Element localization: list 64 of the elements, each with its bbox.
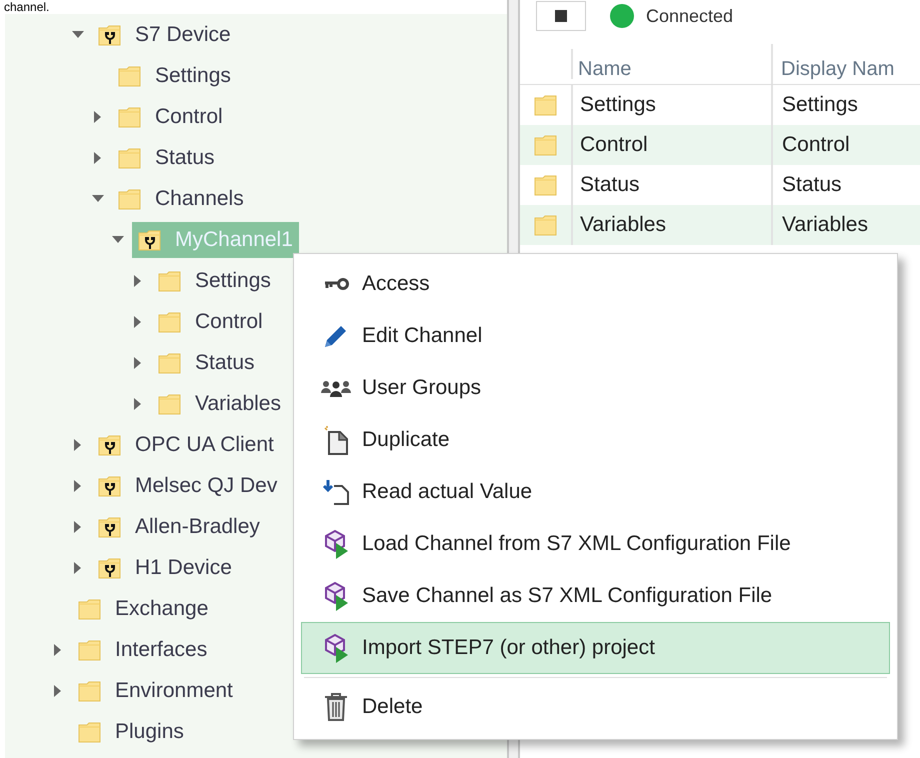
tree-item[interactable]: Plugins (72, 714, 190, 750)
tree-item[interactable]: H1 Device (92, 550, 238, 586)
folder-icon (117, 146, 143, 170)
device-folder-icon (97, 432, 123, 456)
table-cell-text: Control (781, 132, 851, 158)
caption-text: channel. (4, 1, 50, 13)
table-cell: Variables (573, 205, 773, 245)
tree-item[interactable]: Status (112, 140, 221, 176)
table-cell-text: Status (781, 172, 843, 198)
users-icon (320, 378, 352, 398)
device-folder-icon (97, 556, 123, 580)
stop-button[interactable] (536, 1, 586, 31)
square-icon (555, 10, 567, 22)
menu-item[interactable]: Duplicate (301, 414, 890, 466)
tree-item[interactable]: Settings (112, 58, 237, 94)
table-row[interactable]: Variables Variables (520, 205, 920, 245)
tree-item[interactable]: Interfaces (72, 632, 214, 668)
folder-icon (157, 310, 183, 334)
table-row[interactable]: Control Control (520, 125, 920, 165)
folder-icon (157, 268, 183, 292)
tree-item[interactable]: Variables (152, 386, 287, 422)
device-folder-icon (97, 22, 123, 46)
tree-item[interactable]: Channels (112, 180, 250, 216)
tree-item[interactable]: Status (152, 344, 261, 380)
tree-item[interactable]: S7 Device (92, 16, 237, 52)
device-folder-icon (137, 228, 163, 252)
folder-icon (532, 173, 558, 197)
column-header[interactable]: Display Nam (773, 44, 920, 84)
folder-icon (117, 64, 143, 88)
folder-icon (532, 213, 558, 237)
folder-icon (77, 596, 103, 620)
menu-item[interactable]: Read actual Value (301, 466, 890, 518)
menu-item[interactable]: User Groups (301, 362, 890, 414)
menu-item[interactable]: Access (301, 258, 890, 310)
table-cell-text: Variables (781, 212, 869, 238)
folder-icon (157, 350, 183, 374)
tree-item[interactable]: OPC UA Client (92, 426, 280, 462)
tree-item[interactable]: Allen-Bradley (92, 508, 266, 544)
tree-item[interactable]: Settings (152, 262, 277, 298)
tree-item[interactable]: Melsec QJ Dev (92, 468, 284, 504)
table-cell-text: Settings (781, 92, 859, 118)
folder-icon (77, 638, 103, 662)
folder-icon (77, 678, 103, 702)
tree-item[interactable]: Environment (72, 672, 239, 708)
trash-icon (322, 692, 348, 722)
menu-item[interactable]: Save Channel as S7 XML Configuration File (301, 570, 890, 622)
folder-icon (77, 720, 103, 744)
tree-item[interactable]: Control (112, 98, 229, 134)
menu-item[interactable]: Import STEP7 (or other) project (301, 622, 890, 674)
status-text: Connected (646, 7, 734, 25)
device-folder-icon (97, 474, 123, 498)
tree-item[interactable]: Control (152, 304, 269, 340)
folder-icon (117, 104, 143, 128)
menu-item[interactable]: Load Channel from S7 XML Configuration File (301, 518, 890, 570)
folder-icon (117, 186, 143, 210)
folder-icon (532, 133, 558, 157)
menu-item[interactable]: Edit Channel (301, 310, 890, 362)
menu-item[interactable]: Delete (301, 681, 890, 733)
folder-icon (157, 392, 183, 416)
download-icon (322, 478, 350, 506)
folder-icon (532, 93, 558, 117)
key-icon (322, 277, 348, 291)
tree-item[interactable]: Exchange (72, 590, 214, 626)
device-folder-icon (97, 514, 123, 538)
